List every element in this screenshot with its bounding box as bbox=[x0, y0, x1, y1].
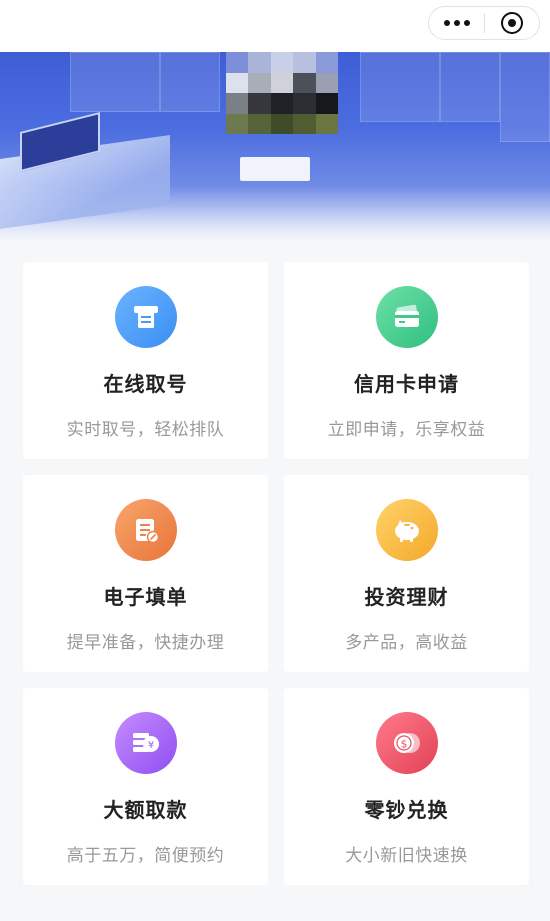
blurred-logo-bar bbox=[240, 157, 310, 181]
service-card-online-queue[interactable]: 在线取号 实时取号，轻松排队 bbox=[23, 262, 268, 459]
credit-card-icon bbox=[375, 286, 438, 348]
hero-banner bbox=[0, 52, 550, 242]
svg-text:$: $ bbox=[400, 738, 407, 751]
service-title: 零钞兑换 bbox=[364, 798, 449, 822]
ticket-machine-icon bbox=[114, 286, 177, 348]
blurred-logo-mosaic bbox=[226, 52, 338, 134]
svg-text:¥: ¥ bbox=[147, 740, 153, 751]
service-title: 大额取款 bbox=[103, 798, 188, 822]
service-subtitle: 提早准备，快捷办理 bbox=[66, 633, 225, 653]
cash-stack-icon: ¥ bbox=[114, 712, 177, 774]
form-edit-icon bbox=[114, 499, 177, 561]
service-card-investment[interactable]: 投资理财 多产品，高收益 bbox=[284, 475, 529, 672]
service-title: 投资理财 bbox=[364, 585, 449, 609]
ellipsis-icon[interactable] bbox=[429, 7, 484, 39]
service-subtitle: 多产品，高收益 bbox=[345, 633, 468, 653]
miniprogram-capsule bbox=[428, 6, 540, 40]
service-card-credit-card[interactable]: 信用卡申请 立即申请，乐享权益 bbox=[284, 262, 529, 459]
service-title: 在线取号 bbox=[103, 372, 188, 396]
service-card-e-form[interactable]: 电子填单 提早准备，快捷办理 bbox=[23, 475, 268, 672]
service-grid: 在线取号 实时取号，轻松排队 信用卡申请 立即申请，乐享权益 电子填单 提早准备… bbox=[23, 262, 529, 885]
service-subtitle: 大小新旧快速换 bbox=[345, 846, 468, 866]
top-navigation-bar bbox=[0, 0, 550, 52]
service-card-large-withdrawal[interactable]: ¥ 大额取款 高于五万，简便预约 bbox=[23, 688, 268, 885]
service-subtitle: 高于五万，简便预约 bbox=[66, 846, 225, 866]
coin-exchange-icon: $ bbox=[375, 712, 438, 774]
service-subtitle: 立即申请，乐享权益 bbox=[327, 420, 486, 440]
piggy-bank-icon bbox=[375, 499, 438, 561]
service-title: 电子填单 bbox=[103, 585, 188, 609]
service-title: 信用卡申请 bbox=[354, 372, 459, 396]
service-card-change-exchange[interactable]: $ 零钞兑换 大小新旧快速换 bbox=[284, 688, 529, 885]
miniprogram-close-icon[interactable] bbox=[485, 7, 539, 39]
service-subtitle: 实时取号，轻松排队 bbox=[66, 420, 225, 440]
